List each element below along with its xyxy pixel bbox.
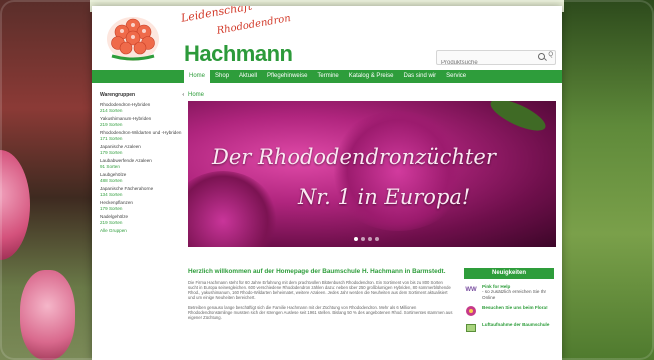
sidebar-item-title[interactable]: Rhododendron-Wildarten und -Hybriden — [100, 130, 184, 136]
background-fern-right — [558, 0, 654, 360]
sidebar-item[interactable]: Nadelgehölze 219 Sorten — [100, 214, 184, 225]
nav-item-katalog[interactable]: Katalog & Preise — [344, 70, 399, 83]
hero-leaf — [486, 101, 550, 137]
sidebar-header: Warengruppen ‹ — [100, 92, 184, 98]
slider-dot[interactable] — [368, 237, 372, 241]
search-box: Q — [436, 50, 556, 70]
search-option[interactable]: Q — [548, 52, 553, 58]
welcome-paragraph: Betreiben genauso lange beschäftigt sich… — [188, 304, 453, 321]
welcome-section: Herzlich willkommen auf der Homepage der… — [188, 268, 454, 325]
sidebar-item-count: 179 Sorten — [100, 149, 123, 155]
sidebar-item-count: 488 Sorten — [100, 177, 123, 183]
main-navigation: Home Shop Aktuell Pflegehinweise Termine… — [92, 70, 562, 83]
hero-leaf — [188, 218, 250, 247]
hero-title-line2: Nr. 1 in Europa! — [298, 185, 471, 209]
search-input[interactable] — [437, 56, 533, 70]
news-item[interactable]: Luftaufnahme der Baumschule — [464, 322, 554, 334]
search-icon[interactable] — [538, 53, 545, 60]
slider-dot[interactable] — [375, 237, 379, 241]
news-box: Neuigkeiten WW Pink for Help - so zusätzl… — [464, 268, 554, 334]
background-rhododendron-left — [0, 0, 100, 360]
breadcrumb[interactable]: Home — [188, 92, 556, 98]
nav-item-termine[interactable]: Termine — [312, 70, 343, 83]
sidebar-item-count: 134 Sorten — [100, 191, 123, 197]
main-content: Home Der Rhododendronzüchter Nr. 1 in Eu… — [188, 92, 556, 247]
sidebar-item[interactable]: Yakushimanum-Hybriden 219 Sorten — [100, 116, 184, 127]
book-icon — [464, 322, 478, 334]
news-item[interactable]: WW Pink for Help - so zusätzlich erreiche… — [464, 284, 554, 300]
sidebar-more-link[interactable]: Alle Gruppen — [100, 228, 184, 233]
nav-item-aktuell[interactable]: Aktuell — [234, 70, 262, 83]
nav-item-shop[interactable]: Shop — [210, 70, 234, 83]
hero-title-line1: Der Rhododendronzüchter — [212, 145, 496, 169]
rhododendron-logo-icon[interactable] — [104, 12, 162, 62]
sidebar-item-count: 171 Sorten — [100, 135, 123, 141]
webpage: Leidenschaft Rhododendron Hachmann Q Hom… — [92, 6, 562, 360]
welcome-heading: Herzlich willkommen auf der Homepage der… — [188, 268, 446, 275]
nav-item-das-sind-wir[interactable]: Das sind wir — [398, 70, 441, 83]
sidebar-item-count: 219 Sorten — [100, 219, 123, 225]
sidebar-item[interactable]: Rhododendron-Wildarten und -Hybriden 171 … — [100, 130, 184, 141]
news-item-title[interactable]: Besuchen Sie uns beim Flora! — [482, 305, 548, 310]
brand-name[interactable]: Hachmann — [184, 41, 293, 67]
sidebar-item[interactable]: Rhododendron-Hybriden 214 Sorten — [100, 102, 184, 113]
sidebar-item[interactable]: Heckenpflanzen 179 Sorten — [100, 200, 184, 211]
sidebar-item-count: 179 Sorten — [100, 205, 123, 211]
sidebar-categories: Warengruppen ‹ Rhododendron-Hybriden 214 … — [100, 92, 184, 233]
nav-item-service[interactable]: Service — [441, 70, 471, 83]
nav-item-home[interactable]: Home — [184, 70, 211, 83]
collapse-icon[interactable]: ‹ — [182, 92, 184, 98]
sidebar-item[interactable]: Japanische Fächerahorne 134 Sorten — [100, 186, 184, 197]
news-item-title[interactable]: Luftaufnahme der Baumschule — [482, 322, 549, 327]
sidebar-item-count: 219 Sorten — [100, 121, 123, 127]
flower-icon — [464, 305, 478, 317]
nav-item-pflegehinweise[interactable]: Pflegehinweise — [262, 70, 312, 83]
slider-dot[interactable] — [361, 237, 365, 241]
sidebar-item[interactable]: Laubabwerfende Azaleen 91 Sorten — [100, 158, 184, 169]
slider-dot[interactable] — [354, 237, 358, 241]
sidebar-title: Warengruppen — [100, 92, 136, 98]
news-item[interactable]: Besuchen Sie uns beim Flora! — [464, 305, 554, 317]
sidebar-item-count: 214 Sorten — [100, 107, 123, 113]
sidebar-item-count: 91 Sorten — [100, 163, 120, 169]
news-item-text: - so zusätzlich erreichen Sie Ihr Online — [482, 289, 547, 300]
site-header: Leidenschaft Rhododendron Hachmann Q — [92, 6, 562, 70]
slider-dots — [354, 237, 379, 241]
welcome-paragraph: Die Firma Hachmann steht für 60 Jahre Er… — [188, 279, 451, 301]
sidebar-item[interactable]: Laubgehölze 488 Sorten — [100, 172, 184, 183]
sidebar-item[interactable]: Japanische Azaleen 179 Sorten — [100, 144, 184, 155]
www-icon: WW — [465, 287, 477, 293]
hero-slider[interactable]: Der Rhododendronzüchter Nr. 1 in Europa! — [188, 101, 556, 247]
news-title: Neuigkeiten — [464, 268, 554, 279]
